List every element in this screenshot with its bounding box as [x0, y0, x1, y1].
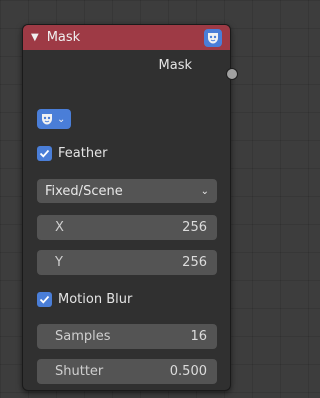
shutter-label: Shutter — [55, 364, 104, 379]
output-row: Mask — [23, 50, 230, 80]
x-field[interactable]: X 256 — [37, 215, 217, 240]
mask-node[interactable]: ▼ Mask Mask ⌄ Feather Fixed/Scene ⌄ X 25… — [22, 24, 231, 391]
y-field[interactable]: Y 256 — [37, 250, 217, 275]
x-value: 256 — [182, 220, 207, 235]
feather-checkbox[interactable] — [37, 146, 52, 161]
mask-icon — [204, 28, 222, 47]
motion-blur-checkbox-row[interactable]: Motion Blur — [37, 292, 132, 307]
shutter-field[interactable]: Shutter 0.500 — [37, 359, 217, 384]
samples-value: 16 — [190, 329, 207, 344]
chevron-down-icon: ⌄ — [57, 113, 66, 125]
samples-field[interactable]: Samples 16 — [37, 324, 217, 349]
node-header[interactable]: ▼ Mask — [23, 25, 230, 50]
mask-output-socket[interactable] — [226, 68, 238, 80]
mask-selector-dropdown[interactable]: ⌄ — [37, 109, 71, 129]
y-value: 256 — [182, 255, 207, 270]
checkmark-icon — [39, 295, 50, 304]
motion-blur-label: Motion Blur — [58, 292, 133, 307]
chevron-down-icon: ⌄ — [200, 185, 209, 197]
collapse-arrow-icon[interactable]: ▼ — [31, 32, 39, 43]
node-title: Mask — [46, 30, 81, 45]
output-label: Mask — [158, 58, 192, 73]
size-mode-value: Fixed/Scene — [45, 183, 123, 199]
x-label: X — [55, 220, 64, 235]
mask-icon — [42, 114, 52, 125]
y-label: Y — [55, 255, 63, 270]
size-mode-select[interactable]: Fixed/Scene ⌄ — [37, 179, 217, 203]
motion-blur-checkbox[interactable] — [37, 292, 52, 307]
shutter-value: 0.500 — [169, 364, 207, 379]
samples-label: Samples — [55, 329, 111, 344]
feather-checkbox-row[interactable]: Feather — [37, 146, 107, 161]
checkmark-icon — [39, 149, 50, 158]
feather-label: Feather — [58, 146, 108, 161]
